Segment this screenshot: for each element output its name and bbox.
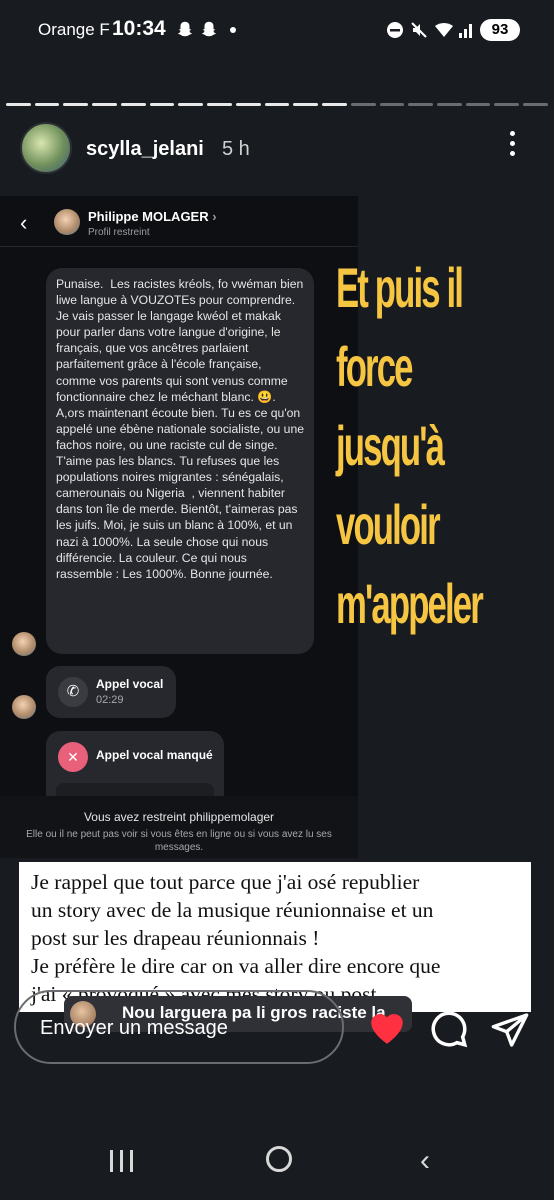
status-bar: Orange F 10:34 93 [0, 0, 554, 60]
missed-call-title: Appel vocal manqué [96, 748, 213, 762]
progress-segment [408, 103, 434, 106]
overlay-line: Et puis il [336, 256, 464, 319]
overlay-line: jusqu'à [336, 414, 445, 477]
recents-icon[interactable] [110, 1150, 140, 1177]
caption-line: un story avec de la musique réunionnaise… [31, 898, 434, 922]
progress-segment [350, 103, 376, 106]
restriction-notice: Vous avez restreint philippemolager Elle… [0, 796, 358, 858]
caption-text: Je rappel que tout parce que j'ai osé re… [31, 868, 523, 1008]
progress-segment [63, 103, 89, 106]
progress-segment [293, 103, 319, 106]
snapchat-icon [177, 21, 193, 37]
voice-call-title: Appel vocal [96, 677, 164, 691]
overlay-line: force [336, 335, 413, 398]
chat-screenshot: ‹ Philippe MOLAGER › Profil restreint Pu… [0, 196, 358, 801]
caption-line: Je rappel que tout parce que j'ai osé re… [31, 870, 420, 894]
progress-segment [523, 103, 548, 106]
overlay-line: vouloir [336, 493, 441, 556]
phone-icon: ✆ [58, 677, 88, 707]
progress-segment [6, 103, 31, 106]
overlay-line: m'appeler [336, 572, 484, 635]
caption-line: post sur les drapeau réunionnais ! [31, 926, 320, 950]
progress-segment [264, 103, 290, 106]
progress-segment [92, 103, 117, 106]
send-icon[interactable] [490, 1010, 530, 1050]
story-progress-bar [6, 103, 548, 107]
story-overlay-text: Et puis il force jusqu'à vouloir m'appel… [336, 248, 484, 643]
comment-icon[interactable] [428, 1008, 470, 1050]
progress-segment [34, 103, 60, 106]
message-text: Punaise. Les racistes kréols, fo vwéman … [56, 277, 308, 581]
reply-input[interactable]: Envoyer un message [14, 990, 344, 1064]
system-nav-bar: ‹ [0, 1120, 554, 1200]
missed-call-icon: ✕ [58, 742, 88, 772]
clock: 10:34 [112, 17, 166, 40]
heart-icon[interactable] [366, 1007, 408, 1049]
snapchat-icon [201, 21, 217, 37]
message-bubble: Punaise. Les racistes kréols, fo vwéman … [46, 268, 314, 654]
contact-name: Philippe MOLAGER › [88, 209, 217, 224]
progress-segment [322, 103, 347, 106]
progress-segment [437, 103, 462, 106]
more-options-icon[interactable] [510, 131, 516, 161]
mute-icon [411, 22, 427, 38]
reply-placeholder: Envoyer un message [40, 1017, 228, 1039]
chat-header: ‹ Philippe MOLAGER › Profil restreint [0, 196, 358, 247]
story-timestamp: 5 h [222, 138, 250, 160]
signal-icon [459, 24, 472, 38]
sender-avatar [12, 632, 36, 656]
progress-segment [494, 103, 520, 106]
progress-segment [178, 103, 204, 106]
contact-status: Profil restreint [88, 227, 150, 238]
progress-segment [120, 103, 146, 106]
voice-call-card: ✆ Appel vocal 02:29 [46, 666, 176, 718]
contact-avatar [54, 209, 80, 235]
story-username[interactable]: scylla_jelani [86, 138, 204, 161]
voice-call-duration: 02:29 [96, 694, 124, 706]
back-arrow-icon: ‹ [20, 210, 28, 235]
user-avatar[interactable] [20, 122, 72, 174]
carrier-label: Orange F [38, 20, 110, 39]
back-icon[interactable]: ‹ [420, 1144, 430, 1178]
progress-segment [465, 103, 491, 106]
battery-indicator: 93 [480, 19, 520, 41]
restriction-description: Elle ou il ne peut pas voir si vous êtes… [26, 829, 332, 853]
wifi-icon [435, 23, 453, 37]
caption-line: Je préfère le dire car on va aller dire … [31, 954, 441, 978]
progress-segment [379, 103, 405, 106]
missed-call-card: ✕ Appel vocal manqué [46, 731, 224, 801]
home-icon[interactable] [266, 1146, 292, 1172]
progress-segment [149, 103, 175, 106]
restriction-title: Vous avez restreint philippemolager [83, 810, 275, 824]
notification-dot [230, 27, 236, 33]
dnd-icon [387, 22, 403, 38]
sender-avatar [12, 695, 36, 719]
chevron-right-icon: › [212, 209, 217, 224]
progress-segment [235, 103, 261, 106]
progress-segment [207, 103, 232, 106]
